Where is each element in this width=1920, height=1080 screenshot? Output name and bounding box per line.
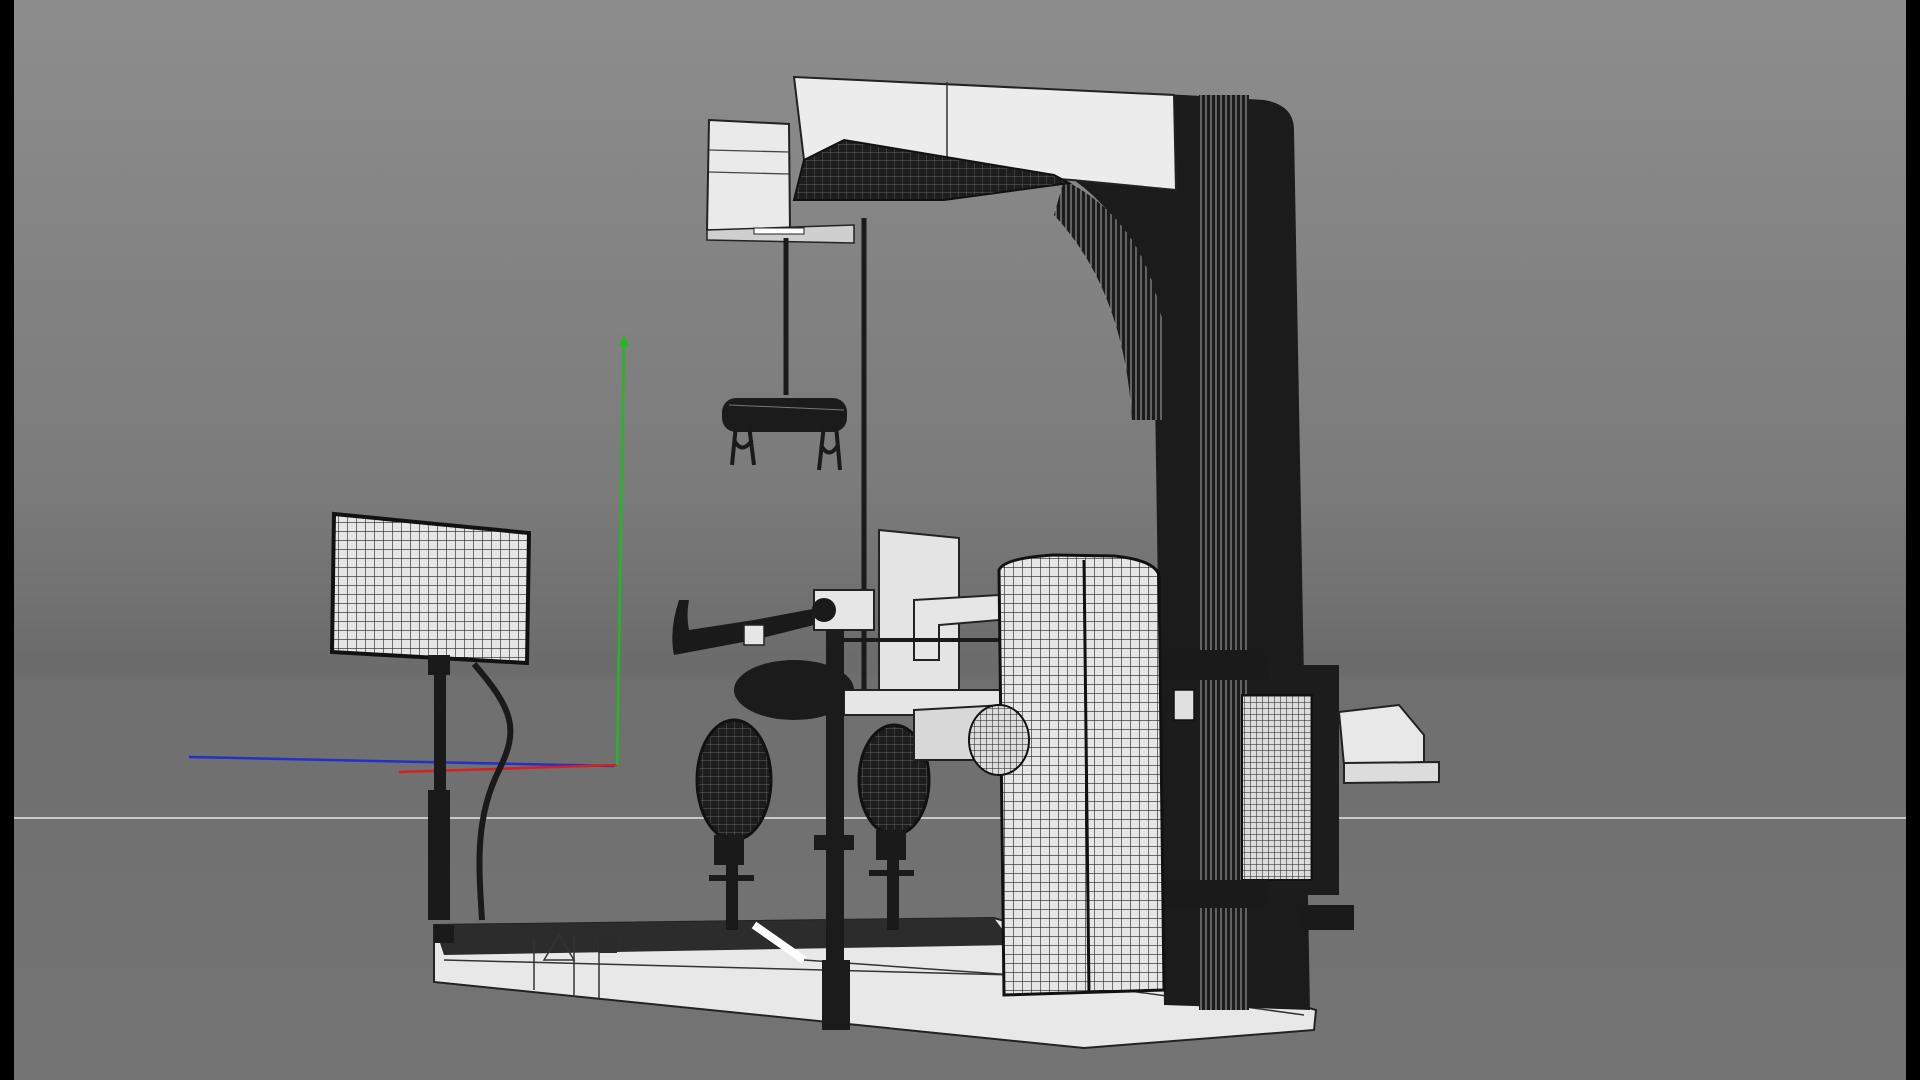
y-axis-line [615,339,626,766]
monitor-stand[interactable] [329,511,532,921]
monitor-screen [329,511,532,666]
head-unit [705,118,792,234]
side-tray[interactable] [1337,703,1440,785]
window-left-border [0,0,14,1080]
window-right-border [1906,0,1920,1080]
viewport-scene[interactable] [14,0,1906,1080]
z-axis-line [188,755,615,768]
x-axis-line [398,763,618,774]
y-axis-arrow [619,334,629,346]
3d-viewport[interactable] [14,0,1906,1080]
